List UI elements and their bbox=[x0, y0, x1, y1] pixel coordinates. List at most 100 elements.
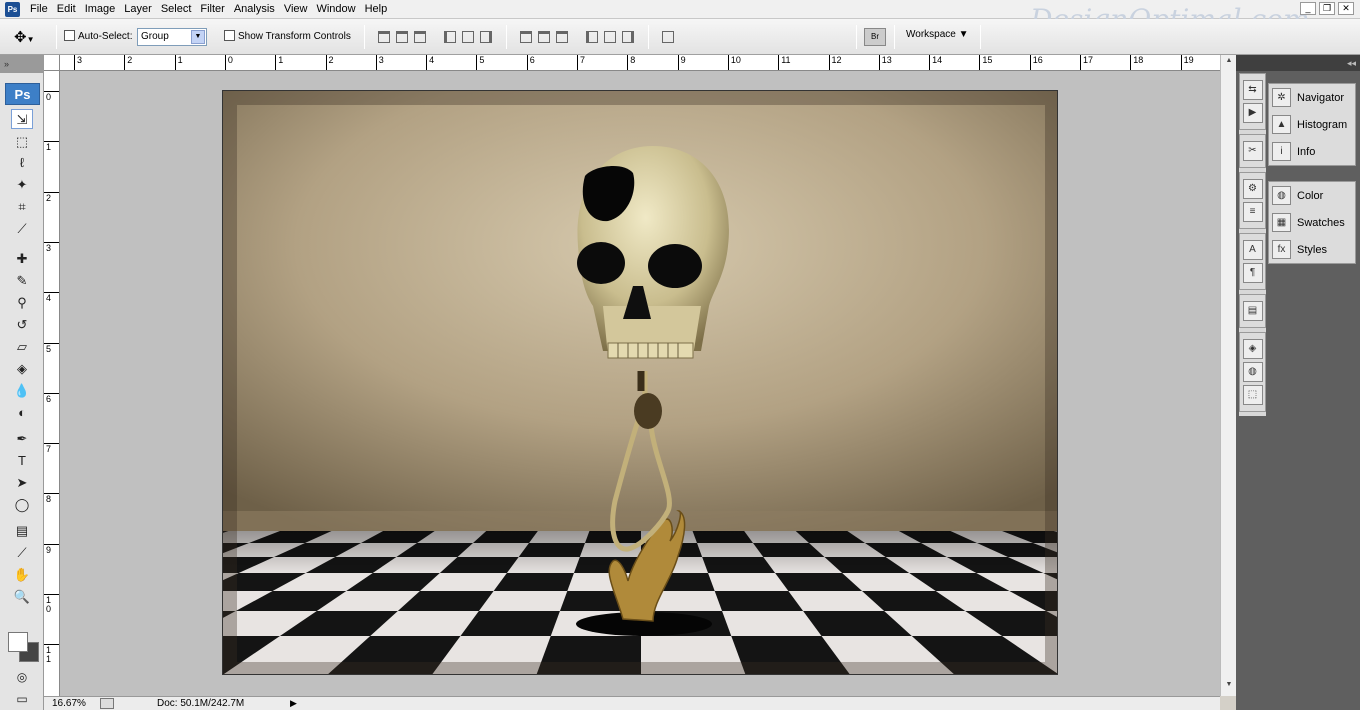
brushes-panel-icon[interactable]: ⚙ bbox=[1242, 179, 1263, 199]
channels-panel-icon[interactable]: ◍ bbox=[1242, 362, 1263, 382]
distribute-top-icon[interactable] bbox=[520, 31, 532, 43]
menu-help[interactable]: Help bbox=[361, 0, 393, 19]
panel-item-histogram[interactable]: ▲ Histogram bbox=[1269, 111, 1355, 138]
blur-tool-icon[interactable]: 💧 bbox=[11, 381, 33, 401]
paths-panel-icon[interactable]: ⬚ bbox=[1242, 385, 1263, 405]
notes-tool-icon[interactable]: ▤ bbox=[11, 521, 33, 541]
ruler-v-label: 8 bbox=[44, 493, 59, 504]
actions-panel-icon[interactable]: ▶ bbox=[1242, 103, 1263, 123]
ellipse-tool-icon[interactable]: ◯ bbox=[11, 495, 33, 515]
panel-item-swatches[interactable]: ▦ Swatches bbox=[1269, 209, 1355, 236]
align-hcenter-icon[interactable] bbox=[462, 31, 474, 43]
menu-layer[interactable]: Layer bbox=[120, 0, 157, 19]
artwork-image bbox=[223, 91, 1057, 674]
align-bottom-icon[interactable] bbox=[414, 31, 426, 43]
auto-select-dropdown[interactable]: Group ▼ bbox=[137, 28, 207, 46]
eyedropper-tool-icon[interactable]: ⟋ bbox=[11, 219, 33, 239]
bridge-icon[interactable]: Br bbox=[864, 28, 886, 46]
dock-collapse-button[interactable]: ◂◂ bbox=[1236, 55, 1360, 71]
history-brush-tool-icon[interactable]: ↺ bbox=[11, 315, 33, 335]
auto-align-layers-icon[interactable] bbox=[662, 31, 674, 43]
zoom-level[interactable]: 16.67% bbox=[52, 698, 86, 709]
horizontal-ruler: 3 2 1 0 1 2 3 4 5 6 7 8 9 10 11 12 13 14 15 16 17 18 19 bbox=[60, 55, 1220, 71]
crop-tool-icon[interactable]: ⌗ bbox=[11, 197, 33, 217]
brush-tool-icon[interactable]: ✎ bbox=[11, 271, 33, 291]
distribute-vcenter-icon[interactable] bbox=[538, 31, 550, 43]
menu-analysis[interactable]: Analysis bbox=[230, 0, 280, 19]
ruler-h-label: 13 bbox=[878, 55, 892, 70]
ruler-h-label: 2 bbox=[325, 55, 334, 70]
align-top-icon[interactable] bbox=[378, 31, 390, 43]
panel-item-info[interactable]: i Info bbox=[1269, 138, 1355, 165]
clone-source-panel-icon[interactable]: ≡ bbox=[1242, 202, 1263, 222]
foreground-color-swatch[interactable] bbox=[8, 632, 28, 652]
vertical-scrollbar[interactable]: ▲ ▼ bbox=[1220, 55, 1236, 696]
menu-image[interactable]: Image bbox=[81, 0, 121, 19]
character-panel-icon[interactable]: A bbox=[1242, 240, 1263, 260]
show-transform-checkbox[interactable]: Show Transform Controls bbox=[224, 30, 351, 42]
layers-panel-icon[interactable]: ◈ bbox=[1242, 339, 1263, 359]
distribute-bottom-icon[interactable] bbox=[556, 31, 568, 43]
scroll-down-icon[interactable]: ▼ bbox=[1223, 681, 1235, 693]
ruler-h-label: 2 bbox=[124, 55, 132, 70]
dodge-tool-icon[interactable]: ◐ bbox=[11, 403, 33, 423]
ruler-h-label: 12 bbox=[828, 55, 842, 70]
align-vcenter-icon[interactable] bbox=[396, 31, 408, 43]
panel-item-navigator[interactable]: ✲ Navigator bbox=[1269, 84, 1355, 111]
menu-file[interactable]: File bbox=[26, 0, 53, 19]
clone-stamp-tool-icon[interactable]: ⚲ bbox=[11, 293, 33, 313]
menu-window[interactable]: Window bbox=[312, 0, 360, 19]
healing-brush-tool-icon[interactable]: ✚ bbox=[11, 249, 33, 269]
quick-mask-icon[interactable]: ◎ bbox=[11, 667, 33, 687]
show-transform-label: Show Transform Controls bbox=[238, 31, 351, 42]
panel-item-styles[interactable]: fx Styles bbox=[1269, 236, 1355, 263]
move-tool-icon[interactable]: ⇲ bbox=[11, 109, 33, 129]
tool-presets-panel-icon[interactable]: ✂ bbox=[1242, 141, 1263, 161]
restore-button[interactable]: ❐ bbox=[1319, 2, 1335, 15]
auto-select-checkbox[interactable]: Auto-Select: bbox=[64, 30, 132, 42]
ruler-v-label: 1 bbox=[44, 141, 59, 152]
pen-tool-icon[interactable]: ✒ bbox=[11, 429, 33, 449]
document-artwork[interactable] bbox=[222, 90, 1058, 675]
ruler-v-label: 7 bbox=[44, 443, 59, 454]
ruler-h-label: 16 bbox=[1029, 55, 1043, 70]
zoom-tool-icon[interactable]: 🔍 bbox=[11, 587, 33, 607]
align-right-icon[interactable] bbox=[480, 31, 492, 43]
path-selection-tool-icon[interactable]: ➤ bbox=[11, 473, 33, 493]
close-button[interactable]: ✕ bbox=[1338, 2, 1354, 15]
status-icon[interactable] bbox=[100, 698, 114, 709]
lasso-tool-icon[interactable]: ℓ bbox=[11, 153, 33, 173]
menu-edit[interactable]: Edit bbox=[53, 0, 81, 19]
screen-mode-icon[interactable]: ▭ bbox=[11, 689, 33, 709]
magic-wand-tool-icon[interactable]: ✦ bbox=[11, 175, 33, 195]
scroll-up-icon[interactable]: ▲ bbox=[1223, 57, 1235, 69]
paint-bucket-tool-icon[interactable]: ◈ bbox=[11, 359, 33, 379]
status-menu-arrow-icon[interactable]: ▶ bbox=[290, 698, 297, 709]
menu-filter[interactable]: Filter bbox=[196, 0, 229, 19]
marquee-tool-icon[interactable]: ⬚ bbox=[11, 132, 33, 152]
layer-comps-panel-icon[interactable]: ▤ bbox=[1242, 301, 1263, 321]
panel-item-color[interactable]: ◍ Color bbox=[1269, 182, 1355, 209]
ruler-h-label: 11 bbox=[778, 55, 791, 70]
menu-view[interactable]: View bbox=[280, 0, 313, 19]
type-tool-icon[interactable]: T bbox=[11, 451, 33, 471]
histogram-icon: ▲ bbox=[1272, 115, 1291, 134]
distribute-left-icon[interactable] bbox=[586, 31, 598, 43]
color-sampler-tool-icon[interactable]: ⟋ bbox=[11, 543, 33, 563]
distribute-hcenter-icon[interactable] bbox=[604, 31, 616, 43]
canvas-area[interactable] bbox=[60, 71, 1220, 696]
ruler-h-label: 7 bbox=[577, 55, 585, 70]
color-icon: ◍ bbox=[1272, 186, 1291, 205]
hand-tool-icon[interactable]: ✋ bbox=[11, 565, 33, 585]
history-panel-icon[interactable]: ⇆ bbox=[1242, 80, 1263, 100]
distribute-right-icon[interactable] bbox=[622, 31, 634, 43]
move-tool-preset-icon[interactable]: ✥▼ bbox=[14, 28, 35, 46]
paragraph-panel-icon[interactable]: ¶ bbox=[1242, 263, 1263, 283]
toolbox-grip[interactable]: » bbox=[0, 55, 43, 73]
ruler-h-label: 8 bbox=[627, 55, 635, 70]
minimize-button[interactable]: _ bbox=[1300, 2, 1316, 15]
eraser-tool-icon[interactable]: ▱ bbox=[11, 337, 33, 357]
align-left-icon[interactable] bbox=[444, 31, 456, 43]
menu-select[interactable]: Select bbox=[157, 0, 197, 19]
workspace-button[interactable]: Workspace ▼ bbox=[906, 29, 969, 40]
